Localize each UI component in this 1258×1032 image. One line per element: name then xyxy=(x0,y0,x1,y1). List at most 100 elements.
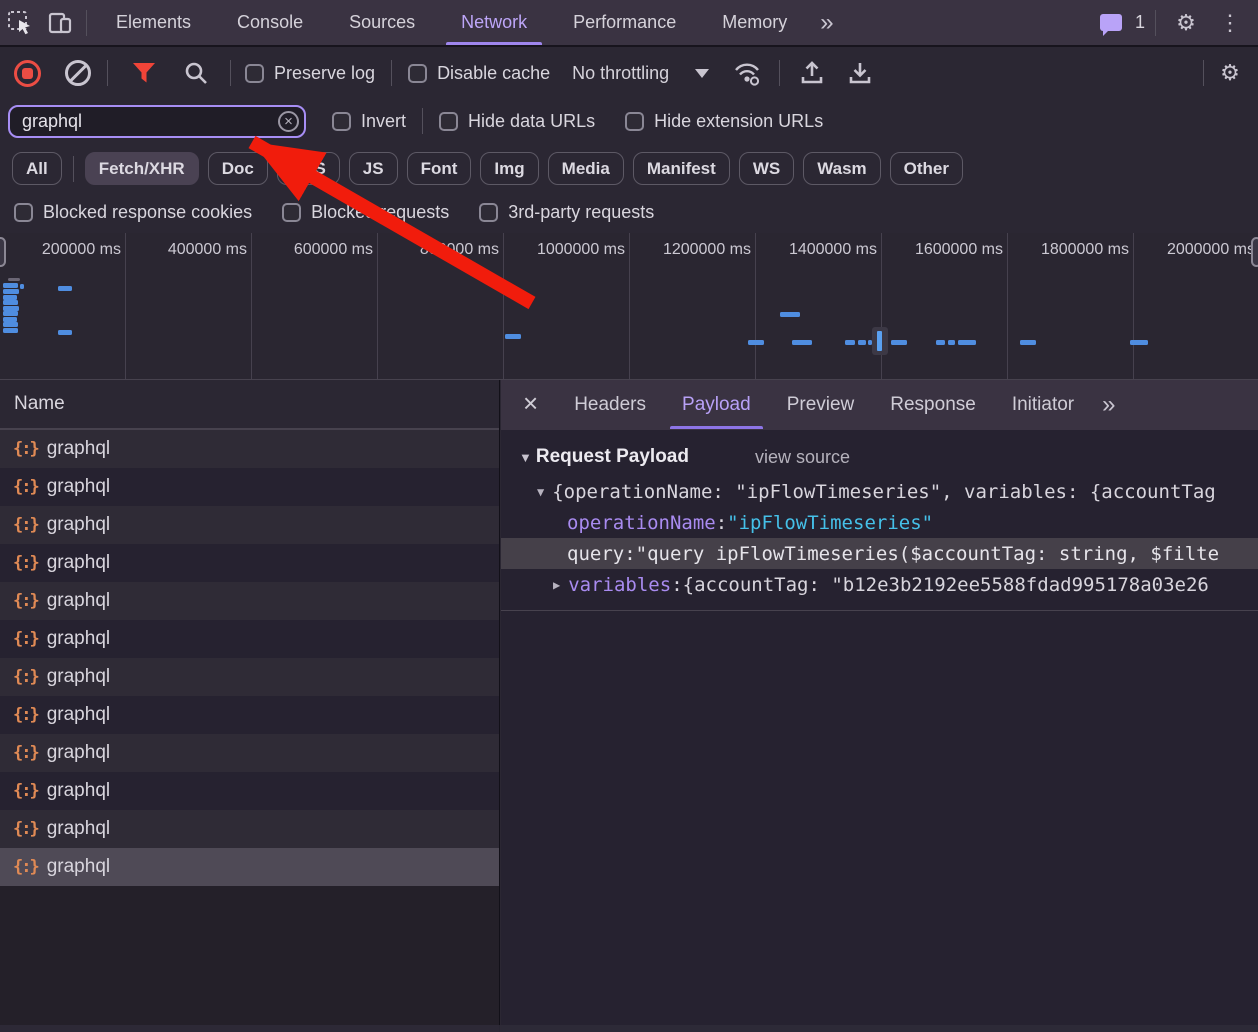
chip-wasm[interactable]: Wasm xyxy=(803,152,880,185)
timeline-tick: 1600000 ms xyxy=(882,233,1008,259)
network-overview-timeline[interactable]: 200000 ms 400000 ms 600000 ms 800000 ms … xyxy=(0,233,1258,380)
table-row[interactable]: {:}graphql xyxy=(0,506,499,544)
checkbox[interactable] xyxy=(14,203,33,222)
waterfall-mark xyxy=(3,300,18,305)
more-tabs-icon[interactable]: » xyxy=(810,9,843,37)
request-payload-section[interactable]: ▼ Request Payload view source xyxy=(501,430,1258,476)
record-network-log-button[interactable] xyxy=(14,60,41,87)
tab-performance[interactable]: Performance xyxy=(550,0,699,45)
tab-preview[interactable]: Preview xyxy=(769,381,873,429)
payload-operation-line[interactable]: operationName: "ipFlowTimeseries" xyxy=(501,507,1258,538)
chip-font[interactable]: Font xyxy=(407,152,472,185)
chip-img[interactable]: Img xyxy=(480,152,538,185)
hide-extension-urls-checkbox[interactable]: Hide extension URLs xyxy=(625,111,823,132)
divider xyxy=(1203,60,1204,86)
tab-response[interactable]: Response xyxy=(872,381,994,429)
name-column-header[interactable]: Name xyxy=(0,380,499,430)
preserve-log-checkbox[interactable]: Preserve log xyxy=(245,63,375,84)
tab-network[interactable]: Network xyxy=(438,0,550,45)
invert-checkbox[interactable]: Invert xyxy=(332,111,406,132)
clear-network-log-button[interactable] xyxy=(65,60,91,86)
chip-js[interactable]: JS xyxy=(349,152,398,185)
request-name: graphql xyxy=(47,438,110,460)
checkbox[interactable] xyxy=(332,112,351,131)
tab-memory[interactable]: Memory xyxy=(699,0,810,45)
payload-string-value: "query ipFlowTimeseries($accountTag: str… xyxy=(636,543,1219,565)
tab-elements[interactable]: Elements xyxy=(93,0,214,45)
table-row[interactable]: {:}graphql xyxy=(0,582,499,620)
chip-css[interactable]: CSS xyxy=(277,152,340,185)
export-har-icon[interactable] xyxy=(840,53,880,93)
timeline-left-handle[interactable] xyxy=(0,237,6,267)
checkbox[interactable] xyxy=(245,64,264,83)
divider xyxy=(501,610,1258,611)
device-toolbar-icon[interactable] xyxy=(40,3,80,43)
tab-console[interactable]: Console xyxy=(214,0,326,45)
issues-icon[interactable] xyxy=(1091,3,1131,43)
checkbox[interactable] xyxy=(282,203,301,222)
checkbox[interactable] xyxy=(625,112,644,131)
payload-variables-line[interactable]: ▶ variables: {accountTag: "b12e3b2192ee5… xyxy=(501,569,1258,600)
search-icon[interactable] xyxy=(176,53,216,93)
table-row[interactable]: {:}graphql xyxy=(0,772,499,810)
payload-root-preview: {operationName: "ipFlowTimeseries", vari… xyxy=(552,481,1215,503)
table-row[interactable]: {:}graphql xyxy=(0,430,499,468)
timeline-tick: 1800000 ms xyxy=(1008,233,1134,259)
chip-fetch-xhr[interactable]: Fetch/XHR xyxy=(85,152,199,185)
payload-root-line[interactable]: ▼ {operationName: "ipFlowTimeseries", va… xyxy=(501,476,1258,507)
throttling-dropdown[interactable]: No throttling xyxy=(572,63,709,84)
chip-other[interactable]: Other xyxy=(890,152,963,185)
triangle-down-icon[interactable]: ▼ xyxy=(537,485,544,499)
preserve-log-label: Preserve log xyxy=(274,63,375,84)
chip-ws[interactable]: WS xyxy=(739,152,794,185)
table-row[interactable]: {:}graphql xyxy=(0,696,499,734)
checkbox[interactable] xyxy=(479,203,498,222)
tab-payload[interactable]: Payload xyxy=(664,381,769,429)
fetch-json-icon: {:} xyxy=(13,857,38,877)
close-icon[interactable]: × xyxy=(501,388,556,422)
kebab-menu-icon[interactable]: ⋮ xyxy=(1210,3,1250,43)
table-row[interactable]: {:}graphql xyxy=(0,620,499,658)
table-row[interactable]: {:}graphql xyxy=(0,734,499,772)
blocked-response-cookies-checkbox[interactable]: Blocked response cookies xyxy=(14,202,252,223)
more-tabs-icon[interactable]: » xyxy=(1092,391,1125,419)
table-row[interactable]: {:}graphql xyxy=(0,810,499,848)
filter-input[interactable] xyxy=(8,105,306,138)
triangle-down-icon: ▼ xyxy=(519,450,532,465)
disable-cache-checkbox[interactable]: Disable cache xyxy=(408,63,550,84)
table-row[interactable]: {:}graphql xyxy=(0,658,499,696)
waterfall-mark xyxy=(3,311,18,316)
network-conditions-icon[interactable] xyxy=(727,53,767,93)
table-row[interactable]: {:}graphql xyxy=(0,544,499,582)
chip-media[interactable]: Media xyxy=(548,152,624,185)
blocked-response-cookies-label: Blocked response cookies xyxy=(43,202,252,223)
chip-doc[interactable]: Doc xyxy=(208,152,268,185)
request-name: graphql xyxy=(47,552,110,574)
payload-key: variables xyxy=(568,574,671,596)
settings-gear-icon[interactable]: ⚙ xyxy=(1166,3,1206,43)
timeline-tick: 800000 ms xyxy=(378,233,504,259)
chip-all[interactable]: All xyxy=(12,152,62,185)
chip-manifest[interactable]: Manifest xyxy=(633,152,730,185)
tab-initiator[interactable]: Initiator xyxy=(994,381,1092,429)
blocked-requests-checkbox[interactable]: Blocked requests xyxy=(282,202,449,223)
chevron-down-icon xyxy=(695,69,709,78)
inspect-element-icon[interactable] xyxy=(0,3,40,43)
hide-data-urls-checkbox[interactable]: Hide data URLs xyxy=(439,111,595,132)
tab-headers[interactable]: Headers xyxy=(556,381,664,429)
table-row[interactable]: {:}graphql xyxy=(0,468,499,506)
filter-icon[interactable] xyxy=(124,53,164,93)
tab-sources[interactable]: Sources xyxy=(326,0,438,45)
triangle-right-icon[interactable]: ▶ xyxy=(553,578,560,592)
checkbox[interactable] xyxy=(408,64,427,83)
table-row[interactable]: {:}graphql xyxy=(0,848,499,886)
clear-filter-icon[interactable]: × xyxy=(278,111,299,132)
third-party-requests-checkbox[interactable]: 3rd-party requests xyxy=(479,202,654,223)
import-har-icon[interactable] xyxy=(792,53,832,93)
timeline-right-handle[interactable] xyxy=(1251,237,1258,267)
payload-query-line[interactable]: query: "query ipFlowTimeseries($accountT… xyxy=(501,538,1258,569)
throttling-value: No throttling xyxy=(572,63,669,84)
network-settings-gear-icon[interactable]: ⚙ xyxy=(1210,53,1250,93)
checkbox[interactable] xyxy=(439,112,458,131)
view-source-link[interactable]: view source xyxy=(755,447,850,468)
